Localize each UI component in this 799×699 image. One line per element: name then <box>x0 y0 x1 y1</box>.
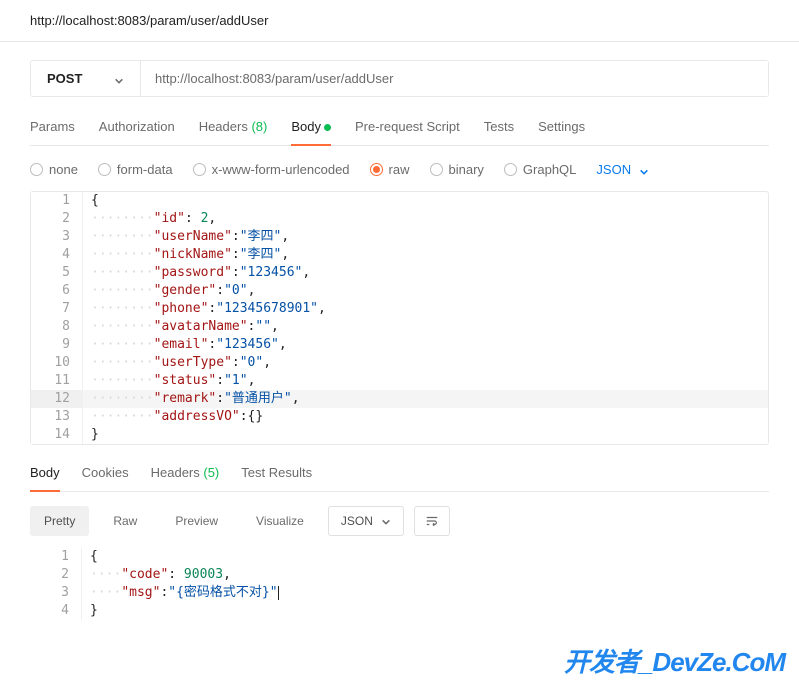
code-line[interactable]: 9········"email":"123456", <box>31 336 768 354</box>
tab-body[interactable]: Body <box>291 113 331 146</box>
method-label: POST <box>47 71 82 86</box>
code-line[interactable]: 3········"userName":"李四", <box>31 228 768 246</box>
radio-binary[interactable]: binary <box>430 162 484 177</box>
code-line[interactable]: 3····"msg":"{密码格式不对}" <box>30 584 769 602</box>
resp-tab-body[interactable]: Body <box>30 463 60 492</box>
radio-none[interactable]: none <box>30 162 78 177</box>
header-url-text: http://localhost:8083/param/user/addUser <box>30 13 268 28</box>
radio-urlencoded[interactable]: x-www-form-urlencoded <box>193 162 350 177</box>
response-body-editor[interactable]: 1{2····"code": 90003,3····"msg":"{密码格式不对… <box>30 548 769 640</box>
resp-tab-headers[interactable]: Headers (5) <box>151 463 220 491</box>
code-line[interactable]: 12········"remark":"普通用户", <box>31 390 768 408</box>
code-line[interactable]: 2····"code": 90003, <box>30 566 769 584</box>
tab-pre-request[interactable]: Pre-request Script <box>355 113 460 145</box>
code-line[interactable]: 2········"id": 2, <box>31 210 768 228</box>
request-row: POST <box>30 60 769 97</box>
request-tabs: Params Authorization Headers (8) Body Pr… <box>30 113 769 146</box>
code-line[interactable]: 6········"gender":"0", <box>31 282 768 300</box>
radio-raw[interactable]: raw <box>370 162 410 177</box>
resp-tab-test-results[interactable]: Test Results <box>241 463 312 491</box>
request-body-editor[interactable]: 1{2········"id": 2,3········"userName":"… <box>30 191 769 445</box>
visualize-button[interactable]: Visualize <box>242 506 318 536</box>
wrap-lines-button[interactable] <box>414 506 450 536</box>
code-line[interactable]: 1{ <box>31 192 768 210</box>
url-input[interactable] <box>141 61 768 96</box>
watermark: 开发者_DevZe.CoM <box>564 642 785 679</box>
code-line[interactable]: 11········"status":"1", <box>31 372 768 390</box>
resp-format-select[interactable]: JSON <box>328 506 404 536</box>
response-toolbar: Pretty Raw Preview Visualize JSON <box>30 506 769 536</box>
code-line[interactable]: 7········"phone":"12345678901", <box>31 300 768 318</box>
code-line[interactable]: 10········"userType":"0", <box>31 354 768 372</box>
raw-button[interactable]: Raw <box>99 506 151 536</box>
code-line[interactable]: 1{ <box>30 548 769 566</box>
chevron-down-icon <box>639 165 649 175</box>
code-line[interactable]: 13········"addressVO":{} <box>31 408 768 426</box>
chevron-down-icon <box>381 516 391 526</box>
tab-tests[interactable]: Tests <box>484 113 514 145</box>
tab-params[interactable]: Params <box>30 113 75 145</box>
resp-tab-cookies[interactable]: Cookies <box>82 463 129 491</box>
code-line[interactable]: 8········"avatarName":"", <box>31 318 768 336</box>
pretty-button[interactable]: Pretty <box>30 506 89 536</box>
radio-form-data[interactable]: form-data <box>98 162 173 177</box>
tab-headers[interactable]: Headers (8) <box>199 113 268 145</box>
code-line[interactable]: 14} <box>31 426 768 444</box>
preview-button[interactable]: Preview <box>161 506 232 536</box>
body-modified-indicator <box>324 124 331 131</box>
response-tabs: Body Cookies Headers (5) Test Results <box>30 463 769 492</box>
code-line[interactable]: 5········"password":"123456", <box>31 264 768 282</box>
tab-authorization[interactable]: Authorization <box>99 113 175 145</box>
header-url: http://localhost:8083/param/user/addUser <box>0 0 799 42</box>
method-select[interactable]: POST <box>31 61 141 96</box>
tab-settings[interactable]: Settings <box>538 113 585 145</box>
body-type-row: none form-data x-www-form-urlencoded raw… <box>30 158 769 191</box>
body-format-select[interactable]: JSON <box>596 162 649 177</box>
radio-graphql[interactable]: GraphQL <box>504 162 576 177</box>
code-line[interactable]: 4} <box>30 602 769 620</box>
code-line[interactable]: 4········"nickName":"李四", <box>31 246 768 264</box>
chevron-down-icon <box>114 74 124 84</box>
